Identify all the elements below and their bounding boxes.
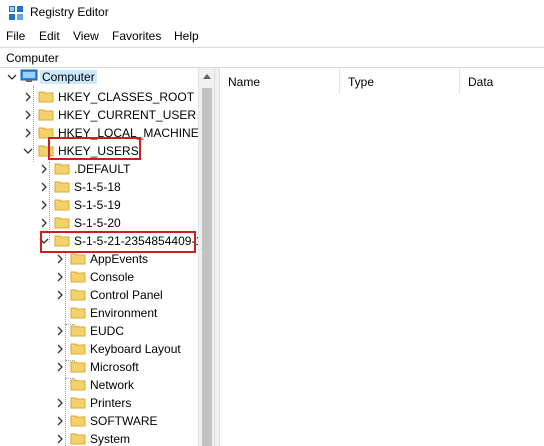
folder-icon [70, 433, 86, 445]
values-list-pane[interactable]: Name Type Data [220, 68, 544, 446]
tree-item-environment[interactable]: Environment [0, 304, 198, 322]
column-header-name[interactable]: Name [220, 68, 340, 94]
address-path[interactable]: Computer [6, 51, 59, 65]
address-bar[interactable]: Computer [0, 47, 544, 68]
folder-icon [70, 415, 86, 427]
chevron-right-icon[interactable] [23, 128, 33, 138]
folder-icon [54, 217, 70, 229]
computer-icon [20, 69, 38, 82]
folder-icon [38, 109, 54, 121]
chevron-right-icon[interactable] [55, 326, 65, 336]
folder-icon [70, 397, 86, 409]
folder-icon [70, 271, 86, 283]
tree-label: .DEFAULT [74, 162, 131, 176]
tree-item-system[interactable]: System [0, 430, 198, 446]
highlight-hkey-users [48, 137, 141, 160]
folder-icon [70, 307, 86, 319]
tree-root-computer[interactable]: Computer [0, 68, 198, 86]
chevron-right-icon[interactable] [55, 254, 65, 264]
chevron-down-icon[interactable] [23, 146, 33, 156]
tree-label: Network [90, 378, 135, 392]
tree-item-keyboard-layout[interactable]: Keyboard Layout [0, 340, 198, 358]
chevron-right-icon[interactable] [55, 398, 65, 408]
tree-item-printers[interactable]: Printers [0, 394, 198, 412]
tree-item-eudc[interactable]: EUDC [0, 322, 198, 340]
tree-item-hkey-current-user[interactable]: HKEY_CURRENT_USER [0, 106, 198, 124]
chevron-right-icon[interactable] [39, 200, 49, 210]
folder-icon [70, 253, 86, 265]
tree-label: Environment [90, 306, 158, 320]
menu-edit[interactable]: Edit [39, 29, 60, 43]
chevron-right-icon[interactable] [55, 344, 65, 354]
tree-label: SOFTWARE [90, 414, 158, 428]
menu-help[interactable]: Help [174, 29, 199, 43]
tree-label: HKEY_CLASSES_ROOT [58, 90, 195, 104]
tree-item-network[interactable]: Network [0, 376, 198, 394]
folder-icon [70, 343, 86, 355]
tree-label: Keyboard Layout [90, 342, 181, 356]
tree-item-software[interactable]: SOFTWARE [0, 412, 198, 430]
folder-icon [54, 163, 70, 175]
folder-icon [54, 199, 70, 211]
menu-bar: File Edit View Favorites Help [0, 26, 544, 46]
folder-icon [54, 181, 70, 193]
tree-label: S-1-5-19 [74, 198, 121, 212]
tree-label: Microsoft [90, 360, 139, 374]
tree-item-hkey-classes-root[interactable]: HKEY_CLASSES_ROOT [0, 88, 198, 106]
column-header-type[interactable]: Type [340, 68, 460, 94]
tree-item-default[interactable]: .DEFAULT [0, 160, 198, 178]
tree-label: S-1-5-20 [74, 216, 121, 230]
folder-icon [70, 325, 86, 337]
chevron-right-icon[interactable] [55, 362, 65, 372]
column-header-data[interactable]: Data [460, 68, 544, 94]
tree-label: EUDC [90, 324, 125, 338]
tree-item-s-1-5-20[interactable]: S-1-5-20 [0, 214, 198, 232]
window-title: Registry Editor [30, 5, 109, 19]
chevron-right-icon[interactable] [39, 218, 49, 228]
tree-item-s-1-5-18[interactable]: S-1-5-18 [0, 178, 198, 196]
menu-file[interactable]: File [6, 29, 25, 43]
tree-item-s-1-5-19[interactable]: S-1-5-19 [0, 196, 198, 214]
tree-label: HKEY_CURRENT_USER [58, 108, 197, 122]
registry-editor-icon [9, 6, 23, 20]
folder-icon [38, 91, 54, 103]
tree-label: AppEvents [90, 252, 149, 266]
tree-scrollbar[interactable] [198, 68, 214, 446]
tree-label: Console [90, 270, 135, 284]
tree-item-microsoft[interactable]: Microsoft [0, 358, 198, 376]
folder-icon [70, 361, 86, 373]
chevron-right-icon[interactable] [55, 272, 65, 282]
scroll-thumb[interactable] [202, 88, 212, 446]
highlight-s-1-5-21 [40, 231, 196, 253]
tree-label: S-1-5-18 [74, 180, 121, 194]
chevron-right-icon[interactable] [39, 164, 49, 174]
tree-label: System [90, 432, 131, 446]
chevron-right-icon[interactable] [23, 92, 33, 102]
title-bar: Registry Editor [0, 0, 544, 26]
tree-pane[interactable]: Computer HKEY_CLASSES_ROOT HKEY_CURRENT_… [0, 68, 214, 446]
tree-item-control-panel[interactable]: Control Panel [0, 286, 198, 304]
tree-label: Printers [90, 396, 132, 410]
menu-view[interactable]: View [73, 29, 99, 43]
scroll-up-arrow-icon[interactable] [203, 74, 211, 79]
chevron-right-icon[interactable] [55, 290, 65, 300]
tree-item-console[interactable]: Console [0, 268, 198, 286]
menu-favorites[interactable]: Favorites [112, 29, 161, 43]
folder-icon [70, 379, 86, 391]
chevron-right-icon[interactable] [39, 182, 49, 192]
chevron-down-icon[interactable] [7, 72, 17, 82]
chevron-right-icon[interactable] [55, 416, 65, 426]
chevron-right-icon[interactable] [55, 434, 65, 444]
chevron-right-icon[interactable] [23, 110, 33, 120]
tree-label: Control Panel [90, 288, 163, 302]
tree-label: Computer [40, 70, 97, 84]
folder-icon [70, 289, 86, 301]
